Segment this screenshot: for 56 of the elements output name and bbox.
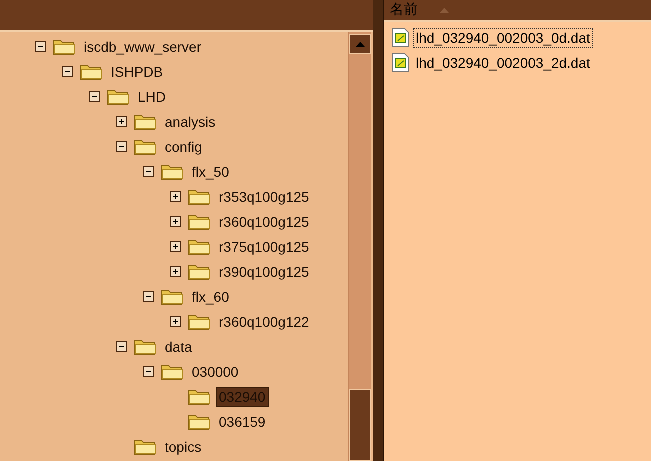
folder-item[interactable]: r360q100g122 xyxy=(217,312,312,330)
up-arrow-icon xyxy=(356,42,364,46)
folder-icon xyxy=(188,188,212,206)
folder-item[interactable]: iscdb_www_server xyxy=(82,38,204,56)
sort-arrow-icon xyxy=(440,8,449,12)
folder-item[interactable]: analysis xyxy=(163,112,218,130)
folder-item[interactable]: flx_60 xyxy=(190,288,232,306)
folder-icon xyxy=(161,362,185,380)
folder-icon xyxy=(80,62,104,80)
collapse-toggle[interactable] xyxy=(143,366,154,377)
folder-item[interactable]: data xyxy=(163,338,194,356)
file-item[interactable]: lhd_032940_002003_0d.dat xyxy=(413,28,594,48)
scroll-up-button[interactable] xyxy=(349,34,371,54)
collapse-toggle[interactable] xyxy=(62,66,73,77)
folder-icon xyxy=(188,412,212,430)
folder-icon xyxy=(188,388,212,406)
folder-icon xyxy=(188,212,212,230)
file-icon xyxy=(392,28,410,48)
folder-icon xyxy=(188,238,212,256)
collapse-toggle[interactable] xyxy=(89,91,100,102)
folder-icon xyxy=(134,338,158,356)
scrollbar[interactable] xyxy=(348,32,371,461)
folder-icon xyxy=(107,88,131,106)
file-item[interactable]: lhd_032940_002003_2d.dat xyxy=(413,53,594,73)
folder-icon xyxy=(134,112,158,130)
folder-icon xyxy=(53,38,77,56)
folder-item[interactable]: 036159 xyxy=(217,412,268,430)
folder-icon xyxy=(161,162,185,180)
folder-item[interactable]: r375q100g125 xyxy=(217,238,312,256)
folder-item[interactable]: r390q100g125 xyxy=(217,262,312,280)
folder-item[interactable]: flx_50 xyxy=(190,162,232,180)
folder-item[interactable]: topics xyxy=(163,438,204,456)
folder-icon xyxy=(134,138,158,156)
expand-toggle[interactable] xyxy=(170,191,181,202)
collapse-toggle[interactable] xyxy=(116,341,127,352)
folder-item[interactable]: config xyxy=(163,138,204,156)
expand-toggle[interactable] xyxy=(116,116,127,127)
folder-item[interactable]: LHD xyxy=(136,88,168,106)
collapse-toggle[interactable] xyxy=(143,291,154,302)
folder-item[interactable]: r360q100g125 xyxy=(217,212,312,230)
folder-icon xyxy=(134,438,158,456)
folder-item[interactable]: r353q100g125 xyxy=(217,188,312,206)
folder-item[interactable]: 030000 xyxy=(190,362,241,380)
collapse-toggle[interactable] xyxy=(116,141,127,152)
collapse-toggle[interactable] xyxy=(35,41,46,52)
expand-toggle[interactable] xyxy=(170,266,181,277)
folder-icon xyxy=(188,312,212,330)
expand-toggle[interactable] xyxy=(170,216,181,227)
expand-toggle[interactable] xyxy=(170,316,181,327)
file-icon xyxy=(392,53,410,73)
expand-toggle[interactable] xyxy=(170,241,181,252)
folder-item[interactable]: ISHPDB xyxy=(109,62,166,80)
folder-icon xyxy=(188,262,212,280)
collapse-toggle[interactable] xyxy=(143,166,154,177)
scrollbar-thumb[interactable] xyxy=(349,389,371,461)
folder-icon xyxy=(161,288,185,306)
